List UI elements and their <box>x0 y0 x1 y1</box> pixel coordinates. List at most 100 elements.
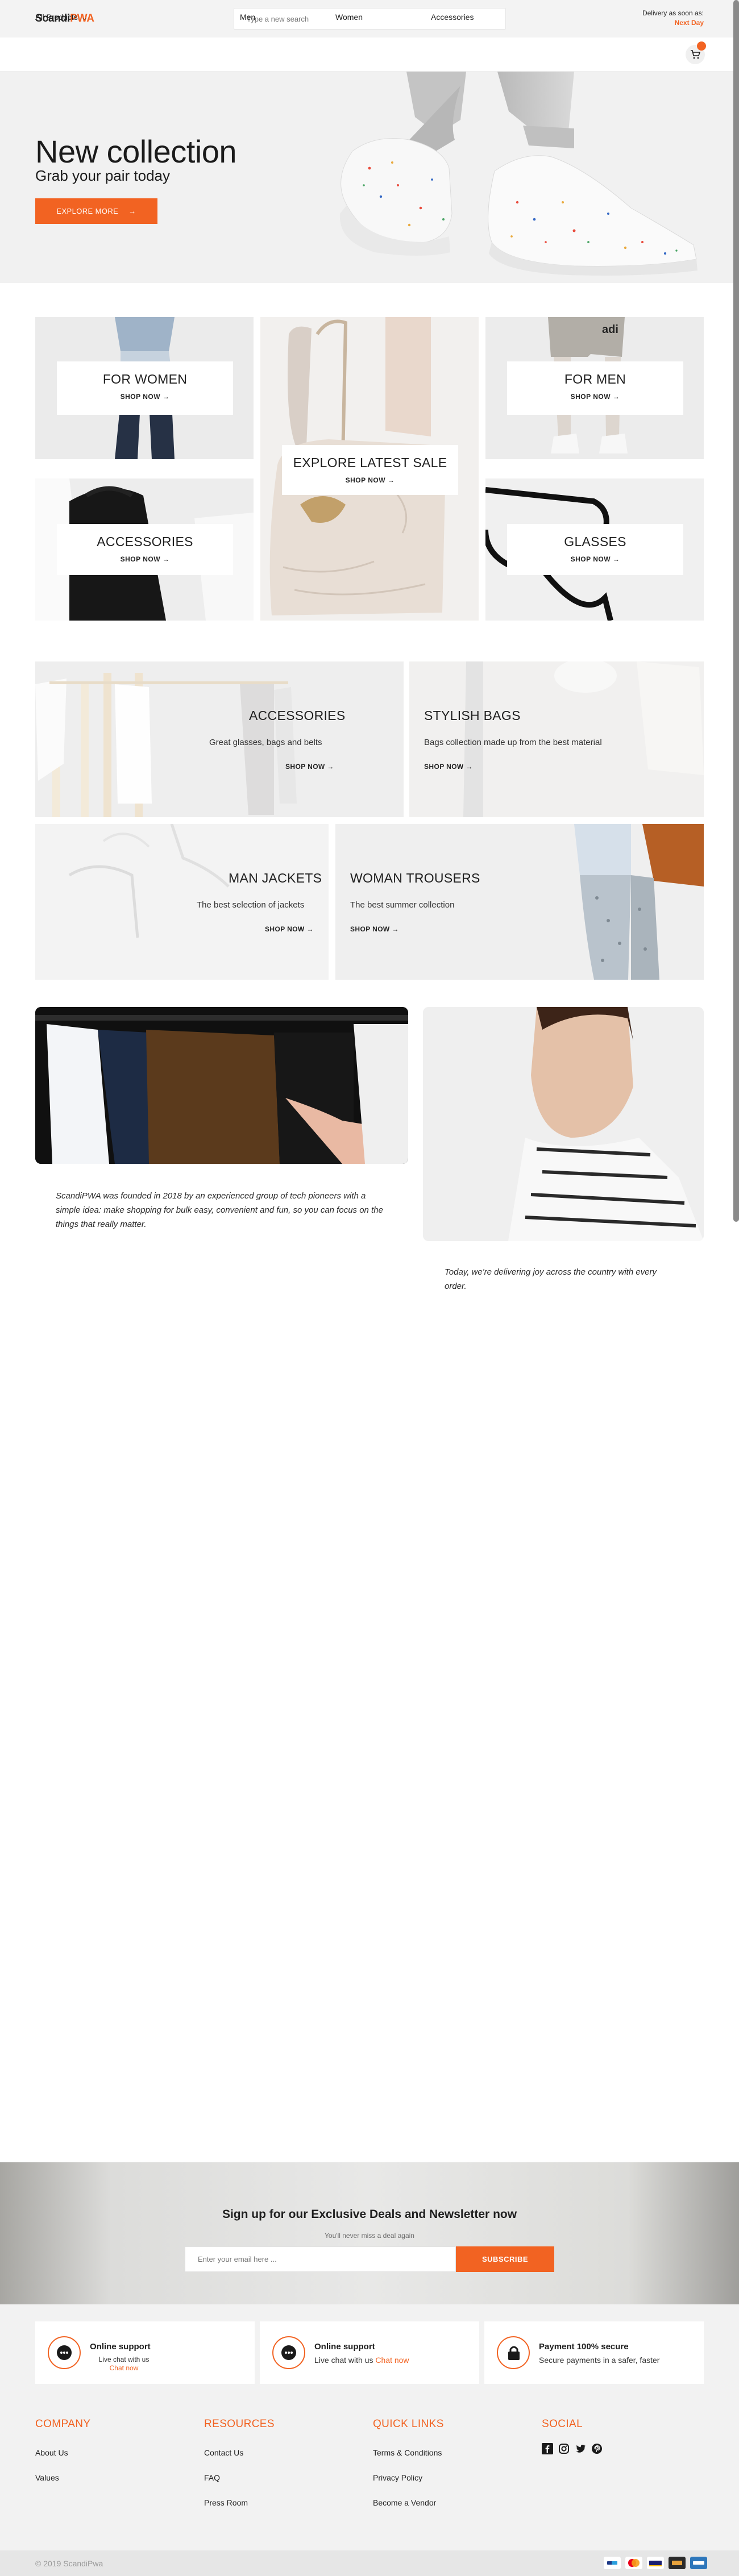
hero-sneakers-image <box>339 72 698 276</box>
shop-now-link[interactable]: SHOP NOW → <box>57 555 233 563</box>
all-products-label: All Products <box>35 13 78 22</box>
chat-icon <box>48 2336 81 2369</box>
woman-portrait-image <box>423 1007 704 1241</box>
footer-link-become-vendor[interactable]: Become a Vendor <box>373 2498 436 2507</box>
twitter-icon[interactable] <box>575 2443 586 2454</box>
banner-description: The best summer collection <box>350 900 455 910</box>
banner-title: Stylish bags <box>424 708 521 723</box>
newsletter-subtitle: You'll never miss a deal again <box>325 2232 414 2240</box>
banner-accessories[interactable]: Accessories Great glasses, bags and belt… <box>35 661 404 817</box>
paypal-icon <box>604 2557 621 2569</box>
banner-man-jackets[interactable]: Man jackets The best selection of jacket… <box>35 824 329 980</box>
about-image-shirts <box>35 1007 408 1164</box>
footer-link-terms[interactable]: Terms & Conditions <box>373 2448 442 2457</box>
footer-link-about-us[interactable]: About Us <box>35 2448 68 2457</box>
shop-now-link[interactable]: SHOP NOW → <box>507 393 683 401</box>
footer-heading-company: Company <box>35 2418 91 2430</box>
category-title: Glasses <box>564 534 626 549</box>
support-card-chat-1: Online support Live chat with us Chat now <box>35 2321 255 2384</box>
shop-now-link[interactable]: SHOP NOW → <box>350 925 399 933</box>
footer-heading-social: Social <box>542 2418 583 2430</box>
nav-link-women[interactable]: Women <box>335 13 363 22</box>
banner-woman-trousers[interactable]: Woman trousers The best summer collectio… <box>335 824 704 980</box>
chat-now-link[interactable]: Chat now <box>110 2364 139 2372</box>
hero-title: New collection <box>35 134 237 169</box>
footer-link-contact-us[interactable]: Contact Us <box>204 2448 243 2457</box>
category-title: Accessories <box>97 534 193 549</box>
shop-now-link[interactable]: SHOP NOW → <box>507 555 683 563</box>
banner-stylish-bags[interactable]: Stylish bags Bags collection made up fro… <box>409 661 704 817</box>
support-card-description: Secure payments in a safer, faster <box>539 2356 660 2365</box>
about-text-founded: ScandiPWA was founded in 2018 by an expe… <box>56 1191 383 1229</box>
banner-title: Woman trousers <box>350 871 480 885</box>
svg-text:adi: adi <box>602 323 618 336</box>
support-card-description: Live chat with us Chat now <box>314 2356 409 2365</box>
newsletter-title: Sign up for our Exclusive Deals and News… <box>222 2208 517 2221</box>
subscribe-button[interactable]: SUBSCRIBE <box>456 2246 554 2272</box>
newsletter-email-input[interactable] <box>185 2246 456 2272</box>
page-scrollbar[interactable] <box>733 0 739 1222</box>
category-label-glasses: Glasses SHOP NOW → <box>507 524 683 575</box>
nav-link-men[interactable]: Men <box>240 13 255 22</box>
hero-banner: New collection Grab your pair today Expl… <box>0 72 739 283</box>
shop-now-link[interactable]: SHOP NOW → <box>424 763 473 771</box>
shop-now-link[interactable]: SHOP NOW → <box>265 925 314 933</box>
nav-link-accessories[interactable]: Accessories <box>431 13 474 22</box>
support-card-text: Live chat with us <box>314 2356 373 2365</box>
footer-link-faq[interactable]: FAQ <box>204 2473 220 2482</box>
support-card-title: Online support <box>90 2342 151 2352</box>
hero-subtitle: Grab your pair today <box>35 167 171 184</box>
category-label-accessories: Accessories SHOP NOW → <box>57 524 233 575</box>
support-card-title: Payment 100% secure <box>539 2342 629 2352</box>
footer-link-values[interactable]: Values <box>35 2473 59 2482</box>
support-card-description: Live chat with us Chat now <box>90 2356 158 2373</box>
amex-icon <box>690 2557 707 2569</box>
banner-description: The best selection of jackets <box>197 900 305 910</box>
support-card-chat-2: Online support Live chat with us Chat no… <box>260 2321 479 2384</box>
category-tile-sale[interactable]: Explore latest sale SHOP NOW → <box>260 317 479 621</box>
newsletter-section: Sign up for our Exclusive Deals and News… <box>0 2162 739 2304</box>
shirts-rack-image <box>35 1007 408 1164</box>
about-image-woman <box>423 1007 704 1241</box>
chat-now-link[interactable]: Chat now <box>375 2356 409 2365</box>
category-tile-glasses[interactable]: Glasses SHOP NOW → <box>485 478 704 621</box>
footer-link-press-room[interactable]: Press Room <box>204 2498 248 2507</box>
cart-count-badge <box>697 41 706 51</box>
category-tile-accessories[interactable]: Accessories SHOP NOW → <box>35 478 254 621</box>
facebook-icon[interactable] <box>542 2443 553 2454</box>
category-tile-men[interactable]: adi For men SHOP NOW → <box>485 317 704 459</box>
main-nav <box>0 38 739 72</box>
visa-icon <box>647 2557 664 2569</box>
shop-now-link[interactable]: SHOP NOW → <box>285 763 334 771</box>
category-tile-women[interactable]: For women SHOP NOW → <box>35 317 254 459</box>
shop-now-link[interactable]: SHOP NOW → <box>57 393 233 401</box>
banner-title: Man jackets <box>229 871 322 885</box>
about-text-delivering: Today, we're delivering joy across the c… <box>445 1267 657 1291</box>
footer-link-privacy[interactable]: Privacy Policy <box>373 2473 422 2482</box>
chat-icon <box>272 2336 305 2369</box>
mastercard-icon <box>625 2557 642 2569</box>
category-label-sale: Explore latest sale SHOP NOW → <box>282 445 458 495</box>
footer-heading-quick-links: Quick links <box>373 2418 444 2430</box>
category-title: For men <box>564 372 626 386</box>
explore-more-button[interactable]: Explore more → <box>35 198 157 224</box>
category-label-women: For women SHOP NOW → <box>57 361 233 415</box>
cart-icon <box>691 50 700 59</box>
shop-now-link[interactable]: SHOP NOW → <box>282 476 458 484</box>
footer-heading-resources: Resources <box>204 2418 275 2430</box>
arrow-right-icon: → <box>128 207 136 215</box>
category-title: Explore latest sale <box>293 455 447 470</box>
category-title: For women <box>102 372 188 386</box>
banner-description: Great glasses, bags and belts <box>209 738 322 747</box>
amex-dark-icon <box>669 2557 686 2569</box>
support-card-text: Live chat with us <box>98 2356 150 2363</box>
pinterest-icon[interactable] <box>591 2443 603 2454</box>
support-card-title: Online support <box>314 2342 375 2352</box>
chevron-down-icon: ⌵ <box>82 15 87 22</box>
banner-description: Bags collection made up from the best ma… <box>424 738 602 747</box>
explore-more-label: Explore more <box>56 207 119 215</box>
copyright-text: © 2019 ScandiPwa <box>35 2559 103 2568</box>
all-products-dropdown[interactable]: All Products ⌵ <box>35 13 86 22</box>
instagram-icon[interactable] <box>558 2443 570 2454</box>
banner-title: Accessories <box>249 708 346 723</box>
